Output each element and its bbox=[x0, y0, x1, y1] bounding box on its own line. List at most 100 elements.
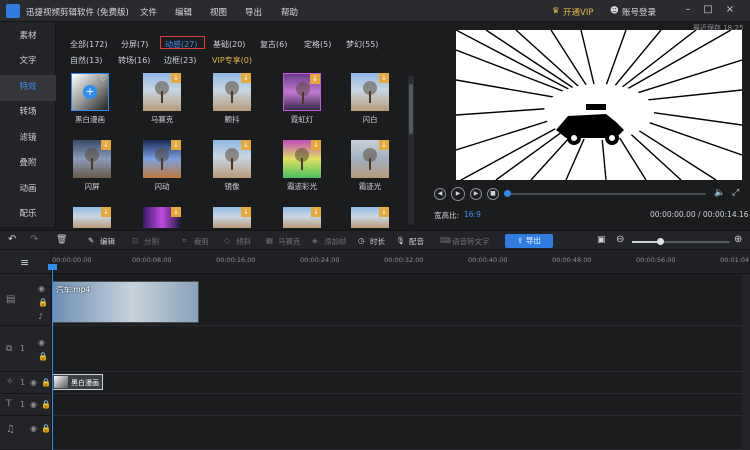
add-icon[interactable]: + bbox=[83, 85, 97, 99]
effect-tile[interactable]: ↓ bbox=[213, 207, 251, 228]
category-transition[interactable]: 转场(16) bbox=[118, 55, 150, 66]
add-track-icon[interactable]: ≡ bbox=[20, 256, 29, 269]
lock-icon[interactable]: 🔒 bbox=[41, 378, 51, 387]
effect-tile[interactable]: ↓ bbox=[143, 207, 181, 228]
effect-tile-flash-white[interactable]: ↓ bbox=[351, 73, 389, 111]
lock-icon[interactable]: 🔒 bbox=[38, 352, 48, 361]
aspect-ratio-select[interactable]: 16:9 bbox=[464, 210, 481, 219]
sidebar-item-material[interactable]: 素材 bbox=[0, 24, 56, 50]
effect-tile-shake[interactable]: ↓ bbox=[213, 73, 251, 111]
category-all[interactable]: 全部(172) bbox=[70, 39, 108, 50]
zoom-knob[interactable] bbox=[657, 238, 664, 245]
mosaic-button[interactable]: 马赛克 bbox=[278, 236, 301, 247]
timeline-scrollbar[interactable] bbox=[742, 274, 750, 450]
edit-pencil-icon: ✎ bbox=[88, 236, 95, 245]
category-nature[interactable]: 自然(13) bbox=[70, 55, 102, 66]
category-vip[interactable]: VIP专享(0) bbox=[212, 55, 252, 66]
next-frame-icon[interactable]: ▶ bbox=[470, 188, 482, 200]
edit-button[interactable]: 编辑 bbox=[100, 236, 115, 247]
menu-edit[interactable]: 编辑 bbox=[175, 6, 192, 18]
maximize-icon[interactable]: □ bbox=[702, 4, 714, 16]
effect-tile-flash[interactable]: ↓ bbox=[143, 140, 181, 178]
sidebar-item-music[interactable]: 配乐 bbox=[0, 202, 56, 228]
vip-button[interactable]: 开通VIP bbox=[563, 6, 593, 18]
lock-icon[interactable]: 🔒 bbox=[41, 400, 51, 409]
effect-tile-color-light[interactable]: ↓ bbox=[283, 140, 321, 178]
delete-icon[interactable]: 🗑 bbox=[56, 235, 67, 245]
zoom-out-icon[interactable]: ⊖ bbox=[616, 234, 624, 245]
effect-clip[interactable]: 黑白漫画 bbox=[52, 374, 103, 390]
visibility-icon[interactable]: ◉ bbox=[30, 400, 37, 409]
login-button[interactable]: 账号登录 bbox=[622, 6, 656, 18]
minimize-icon[interactable]: – bbox=[682, 4, 694, 16]
category-split[interactable]: 分屏(7) bbox=[121, 39, 148, 50]
sidebar-item-animation[interactable]: 动画 bbox=[0, 177, 56, 203]
effect-track[interactable] bbox=[52, 372, 742, 394]
menu-view[interactable]: 视图 bbox=[210, 6, 227, 18]
effect-tile-neon[interactable]: ↓ bbox=[283, 73, 321, 111]
duration-button[interactable]: 时长 bbox=[370, 236, 385, 247]
effect-tile[interactable]: ↓ bbox=[351, 207, 389, 228]
menu-file[interactable]: 文件 bbox=[140, 6, 157, 18]
sidebar-item-effects[interactable]: 特效 bbox=[0, 75, 56, 101]
sidebar-item-overlay[interactable]: 叠附 bbox=[0, 151, 56, 177]
category-basic[interactable]: 基础(20) bbox=[213, 39, 245, 50]
dub-button[interactable]: 配音 bbox=[409, 236, 424, 247]
text-track[interactable] bbox=[52, 394, 742, 416]
category-freeze[interactable]: 定格(5) bbox=[304, 39, 331, 50]
time-ruler[interactable]: 00:00:00.00 00:00:08.00 00:00:16.00 00:0… bbox=[52, 250, 750, 274]
visibility-icon[interactable]: ◉ bbox=[38, 338, 45, 347]
effect-tile[interactable]: ↓ bbox=[73, 207, 111, 228]
lock-icon[interactable]: 🔒 bbox=[38, 298, 48, 307]
effect-tile-flicker[interactable]: ↓ bbox=[73, 140, 111, 178]
lock-icon[interactable]: 🔒 bbox=[41, 424, 51, 433]
crop-button[interactable]: 裁剪 bbox=[194, 236, 209, 247]
redo-icon[interactable]: ↷ bbox=[30, 234, 38, 245]
video-clip[interactable]: 汽车.mp4 bbox=[52, 281, 199, 323]
playback-progress[interactable] bbox=[506, 193, 706, 195]
play-icon[interactable]: ▶ bbox=[451, 187, 465, 201]
effect-tile-mirror[interactable]: ↓ bbox=[213, 140, 251, 178]
library-scroll-thumb[interactable] bbox=[409, 84, 413, 134]
track-head-text: T 1 ◉ 🔒 bbox=[0, 394, 52, 416]
playback-knob[interactable] bbox=[504, 190, 511, 197]
speech-to-text-button[interactable]: 语音转文字 bbox=[452, 236, 490, 247]
sidebar-item-text[interactable]: 文字 bbox=[0, 49, 56, 75]
video-clip-name: 汽车.mp4 bbox=[56, 285, 91, 294]
sidebar-item-transition[interactable]: 转场 bbox=[0, 100, 56, 126]
keyframe-button[interactable]: 添加帧 bbox=[324, 236, 347, 247]
visibility-icon[interactable]: ◉ bbox=[38, 284, 45, 293]
music-track[interactable] bbox=[52, 416, 742, 450]
sidebar-item-filter[interactable]: 滤镜 bbox=[0, 126, 56, 152]
heart-icon[interactable]: ♡ bbox=[100, 74, 107, 83]
zoom-in-icon[interactable]: ⊕ bbox=[734, 234, 742, 245]
effect-tile-light[interactable]: ↓ bbox=[351, 140, 389, 178]
effect-tile-mosaic[interactable]: ↓ bbox=[143, 73, 181, 111]
category-dream[interactable]: 梦幻(55) bbox=[346, 39, 378, 50]
rotate-button[interactable]: 倾斜 bbox=[236, 236, 251, 247]
stop-icon[interactable]: ■ bbox=[487, 188, 499, 200]
playhead[interactable] bbox=[52, 264, 53, 450]
export-button[interactable]: ⇪ 导出 bbox=[505, 234, 553, 248]
menu-export[interactable]: 导出 bbox=[245, 6, 262, 18]
fullscreen-icon[interactable]: ⤢ bbox=[732, 188, 739, 198]
visibility-icon[interactable]: ◉ bbox=[30, 378, 37, 387]
split-button[interactable]: 分割 bbox=[144, 236, 159, 247]
undo-icon[interactable]: ↶ bbox=[8, 234, 16, 245]
menu-help[interactable]: 帮助 bbox=[281, 6, 298, 18]
effect-tile-black-white-comic[interactable]: + ♡ bbox=[71, 73, 109, 111]
close-icon[interactable]: × bbox=[724, 4, 736, 16]
pip-track[interactable] bbox=[52, 326, 742, 372]
volume-icon[interactable]: ◉ bbox=[30, 424, 37, 433]
volume-icon[interactable]: 🔈 bbox=[714, 188, 725, 198]
category-retro[interactable]: 复古(6) bbox=[260, 39, 287, 50]
prev-frame-icon[interactable]: ◀ bbox=[434, 188, 446, 200]
audio-icon[interactable]: ♪ bbox=[38, 312, 43, 321]
screenshot-icon[interactable]: ▣ bbox=[597, 235, 606, 245]
playhead-handle[interactable] bbox=[48, 264, 57, 270]
download-icon: ↓ bbox=[241, 140, 251, 150]
category-border[interactable]: 边框(23) bbox=[164, 55, 196, 66]
aspect-label: 宽高比: bbox=[434, 211, 460, 220]
effect-tile[interactable]: ↓ bbox=[283, 207, 321, 228]
effect-star-icon: ✧ bbox=[6, 377, 14, 387]
